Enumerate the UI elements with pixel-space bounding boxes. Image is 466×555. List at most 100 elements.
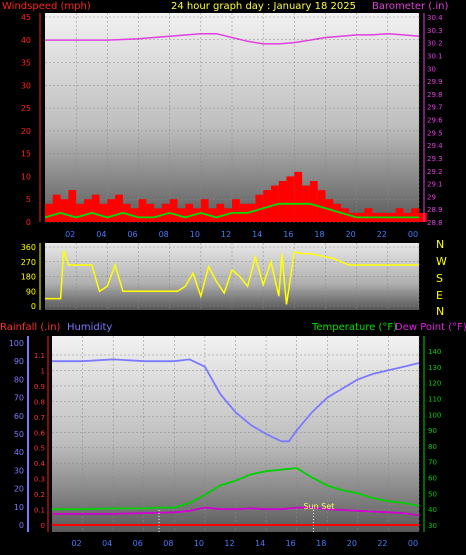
gust-bar [169, 199, 178, 222]
x3-tick-04: 04 [102, 539, 112, 548]
humidity-tick-90: 90 [14, 357, 24, 366]
temp-tick-30: 30 [428, 522, 437, 530]
gust-bar [216, 203, 225, 222]
compass-labels: N W S E N [436, 238, 447, 318]
rain-tick-0.6: 0.6 [34, 429, 46, 437]
gust-bar [52, 194, 61, 222]
x-tick-12: 12 [221, 230, 231, 239]
dewpoint-label: Dew Point (°F) [395, 322, 466, 333]
temp-tick-70: 70 [428, 459, 437, 467]
rainfall-y-axis: 0 0.1 0.2 0.3 0.4 0.5 0.6 0.7 0.8 0.9 1 1.1 [34, 352, 46, 530]
x-tick-04: 04 [96, 230, 106, 239]
gust-bar [99, 203, 108, 222]
weather-graph: Windspeed (mph) 24 hour graph day : Janu… [0, 1, 466, 548]
baro-tick-29.1: 29.1 [427, 181, 443, 189]
baro-tick-30.1: 30.1 [427, 52, 443, 60]
rain-tick-0: 0 [41, 522, 45, 530]
dir-tick-90: 90 [26, 287, 36, 296]
gust-bar [146, 203, 155, 222]
x3-tick-06: 06 [133, 539, 143, 548]
humidity-y-axis: 0 10 20 30 40 50 60 70 80 90 100 [9, 339, 24, 530]
x3-tick-14: 14 [255, 539, 265, 548]
compass-w: W [436, 255, 447, 268]
gust-bar [395, 208, 404, 222]
gust-bar [115, 194, 123, 222]
humidity-tick-30: 30 [14, 466, 24, 475]
temp-tick-50: 50 [428, 490, 437, 498]
rain-tick-1.1: 1.1 [34, 352, 45, 360]
wind-tick-0: 0 [26, 218, 31, 227]
baro-tick-29.3: 29.3 [427, 155, 443, 163]
gust-bar [107, 199, 116, 222]
x-tick-20: 20 [346, 230, 356, 239]
temperature-label: Temperature (°F) [311, 322, 397, 333]
baro-tick-30: 30 [427, 65, 436, 73]
baro-tick-30.2: 30.2 [427, 40, 443, 48]
gust-bar [278, 181, 287, 222]
x-tick-14: 14 [252, 230, 262, 239]
sunset-label: Sun Set [304, 502, 335, 511]
rainfall-label: Rainfall (.in) [0, 322, 61, 333]
temp-tick-140: 140 [428, 348, 441, 356]
compass-n-top: N [436, 238, 444, 251]
x-tick-08: 08 [159, 230, 169, 239]
dir-tick-180: 180 [21, 273, 36, 282]
dir-tick-0: 0 [31, 302, 36, 311]
x3-tick-12: 12 [224, 539, 234, 548]
gust-bar [45, 203, 53, 222]
humidity-tick-0: 0 [19, 521, 24, 530]
x3-tick-10: 10 [194, 539, 204, 548]
wind-tick-25: 25 [21, 104, 31, 113]
temp-tick-90: 90 [428, 427, 437, 435]
rain-tick-0.4: 0.4 [34, 460, 46, 468]
wind-x-axis: 02 04 06 08 10 12 14 16 18 20 22 00 [65, 230, 418, 239]
rain-tick-0.5: 0.5 [34, 445, 45, 453]
wind-tick-5: 5 [26, 195, 31, 204]
wind-tick-10: 10 [21, 172, 31, 181]
rain-tick-0.7: 0.7 [34, 414, 45, 422]
compass-s: S [436, 272, 443, 285]
gust-bar [309, 181, 318, 222]
gust-bar [364, 208, 373, 222]
rain-tick-0.9: 0.9 [34, 383, 45, 391]
rain-tick-0.2: 0.2 [34, 491, 45, 499]
gust-bar [185, 203, 194, 222]
wind-tick-30: 30 [21, 81, 31, 90]
humidity-tick-80: 80 [14, 375, 24, 384]
dir-tick-360: 360 [21, 243, 36, 252]
gust-bar [138, 199, 147, 222]
baro-tick-29.4: 29.4 [427, 142, 443, 150]
rain-tick-0.1: 0.1 [34, 507, 45, 515]
baro-tick-28.9: 28.9 [427, 206, 443, 214]
gust-bar [411, 208, 419, 222]
x3-tick-00: 00 [408, 539, 418, 548]
humidity-tick-50: 50 [14, 430, 24, 439]
gust-bar [286, 176, 295, 222]
rain-tick-0.3: 0.3 [34, 476, 45, 484]
gust-bar [60, 199, 69, 222]
x-tick-00: 00 [408, 230, 418, 239]
barometer-label: Barometer (.in) [372, 1, 448, 12]
x-tick-22: 22 [377, 230, 387, 239]
gust-bar [84, 199, 92, 222]
baro-tick-29: 29 [427, 193, 436, 201]
wind-tick-20: 20 [21, 127, 31, 136]
x-tick-02: 02 [65, 230, 75, 239]
wind-tick-40: 40 [21, 36, 31, 45]
barometer-y-axis: 28.8 28.9 29 29.1 29.2 29.3 29.4 29.5 29.6 29.7 29… [427, 14, 443, 227]
gust-bar [294, 171, 303, 222]
x3-tick-08: 08 [163, 539, 173, 548]
baro-tick-29.5: 29.5 [427, 129, 443, 137]
x-tick-18: 18 [314, 230, 324, 239]
temperature-y-axis: 30 40 50 60 70 80 90 100 110 120 130 140 [428, 348, 441, 530]
humidity-tick-40: 40 [14, 448, 24, 457]
temp-tick-80: 80 [428, 443, 437, 451]
dir-tick-270: 270 [21, 258, 36, 267]
gust-bar [232, 199, 240, 222]
humidity-label: Humidity [67, 322, 112, 333]
gust-bar [200, 199, 209, 222]
humidity-tick-70: 70 [14, 394, 24, 403]
humidity-tick-100: 100 [9, 339, 24, 348]
baro-tick-28.8: 28.8 [427, 219, 443, 227]
humidity-tick-20: 20 [14, 485, 24, 494]
